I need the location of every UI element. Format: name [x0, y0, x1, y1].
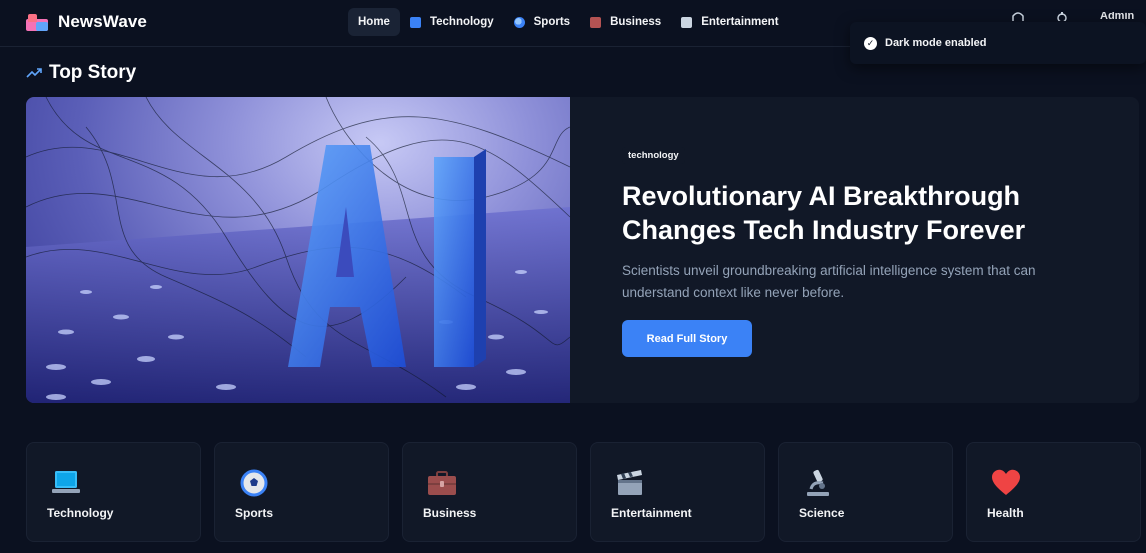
newspaper-logo-icon	[26, 13, 48, 31]
microscope-icon	[803, 469, 833, 497]
nav-item-label: Home	[358, 16, 390, 28]
clapperboard-icon	[681, 16, 693, 28]
category-card-business[interactable]: Business	[402, 442, 577, 542]
section-title: Top Story	[49, 62, 137, 83]
nav-item-label: Sports	[533, 16, 571, 28]
nav-item-home[interactable]: Home	[348, 8, 400, 36]
admin-menu[interactable]: Admin	[1100, 12, 1134, 21]
story-headline[interactable]: Revolutionary AI Breakthrough Changes Te…	[622, 179, 1102, 247]
nav-item-label: Technology	[429, 16, 494, 28]
check-circle-icon: ✓	[864, 36, 877, 50]
soccer-ball-icon	[239, 469, 269, 497]
ball-icon	[513, 16, 525, 28]
hero-image[interactable]	[26, 97, 570, 403]
trending-up-icon	[26, 67, 42, 80]
category-card-health[interactable]: Health	[966, 442, 1141, 542]
category-label: Business	[423, 506, 477, 520]
settings-gear-icon[interactable]	[1056, 12, 1070, 21]
category-card-technology[interactable]: Technology	[26, 442, 201, 542]
laptop-icon	[409, 16, 421, 28]
category-card-entertainment[interactable]: Entertainment	[590, 442, 765, 542]
story-summary: Scientists unveil groundbreaking artific…	[622, 263, 1036, 300]
heart-icon	[991, 469, 1021, 497]
nav-item-label: Entertainment	[701, 16, 779, 28]
category-grid: Technology Sports Business Entertainment…	[26, 442, 1141, 542]
hero-content: technology Revolutionary AI Breakthrough…	[622, 145, 1102, 304]
category-card-science[interactable]: Science	[778, 442, 953, 542]
read-full-story-button[interactable]: Read Full Story	[622, 320, 752, 357]
top-story-card: technology Revolutionary AI Breakthrough…	[26, 97, 1139, 403]
theme-toggle-icon[interactable]	[1012, 12, 1026, 21]
nav-item-entertainment[interactable]: Entertainment	[671, 8, 788, 36]
category-label: Science	[799, 506, 845, 520]
category-label: Sports	[235, 506, 274, 520]
header-actions: Admin	[1012, 12, 1134, 21]
category-card-sports[interactable]: Sports	[214, 442, 389, 542]
category-tag[interactable]: technology	[622, 147, 685, 164]
main-nav: Home Technology Sports Business Entertai…	[348, 8, 789, 36]
category-label: Technology	[47, 506, 114, 520]
toast-message: Dark mode enabled	[885, 37, 987, 49]
category-label: Entertainment	[611, 506, 692, 520]
laptop-icon	[51, 469, 81, 497]
category-label: Health	[987, 506, 1024, 520]
nav-item-business[interactable]: Business	[580, 8, 671, 36]
clapperboard-icon	[615, 469, 645, 497]
briefcase-icon	[427, 469, 457, 497]
brand-name: NewsWave	[58, 12, 147, 31]
toast-notification: ✓ Dark mode enabled	[850, 22, 1146, 64]
nav-item-label: Business	[610, 16, 662, 28]
section-header: Top Story	[26, 62, 136, 84]
brand[interactable]: NewsWave	[26, 12, 147, 32]
nav-item-technology[interactable]: Technology	[400, 8, 504, 36]
nav-item-sports[interactable]: Sports	[504, 8, 580, 36]
briefcase-icon	[590, 16, 602, 28]
